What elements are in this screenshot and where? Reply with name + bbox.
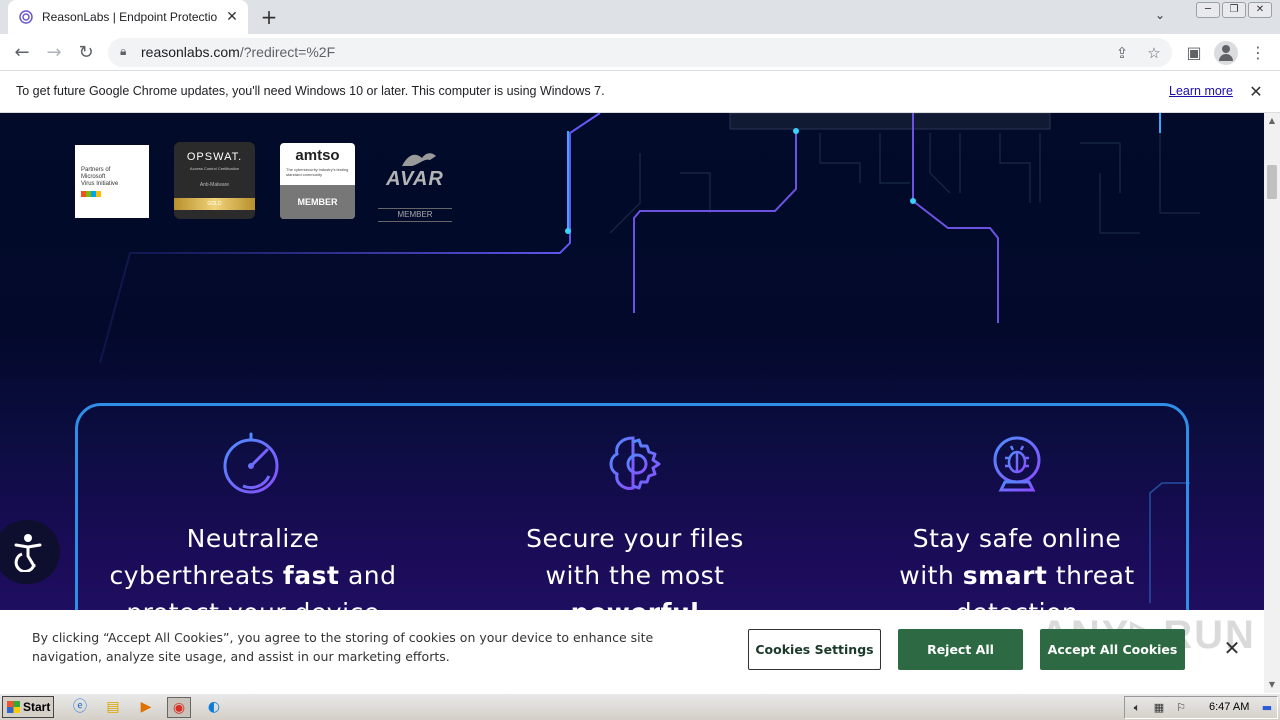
file-explorer-icon[interactable]: ▤: [101, 697, 125, 718]
amtso-tagline: The cybersecurity industry's testing sta…: [286, 167, 349, 177]
infobar-close-icon[interactable]: ✕: [1248, 82, 1264, 101]
opswat-gold-level: GOLD: [174, 198, 255, 210]
system-tray: 🔈︎ ▦ ⚐ 6:47 AM ▬: [1124, 696, 1278, 719]
accessibility-icon: [14, 534, 42, 572]
share-icon[interactable]: ⇪: [1112, 43, 1132, 63]
feature-stay-safe: Stay safe online with smart threat detec…: [852, 432, 1182, 631]
avar-logo: AVAR: [386, 168, 444, 190]
feature-3-line2-post: threat: [1047, 561, 1135, 590]
feature-3-line2-pre: with: [899, 561, 963, 590]
new-tab-button[interactable]: +: [258, 6, 280, 28]
close-window-button[interactable]: ✕: [1248, 2, 1272, 18]
reasonlabs-favicon-icon: [19, 10, 33, 24]
feature-1-line1: Neutralize: [186, 524, 320, 553]
brain-gear-icon: [609, 436, 661, 490]
feature-neutralize: Neutralize cyberthreats fast and protect…: [88, 432, 418, 631]
amtso-badge: amtso The cybersecurity industry's testi…: [280, 143, 355, 219]
infobar-message: To get future Google Chrome updates, you…: [16, 84, 605, 98]
avar-badge: AVAR MEMBER: [378, 148, 452, 222]
show-desktop-icon[interactable]: ▬: [1259, 700, 1275, 716]
clock[interactable]: 6:47 AM: [1209, 701, 1249, 713]
cookie-message: By clicking “Accept All Cookies”, you ag…: [32, 630, 654, 664]
feature-1-bold: fast: [282, 561, 340, 590]
bookmark-star-icon[interactable]: ☆: [1144, 43, 1164, 63]
media-player-icon[interactable]: ▶: [134, 697, 158, 718]
network-icon[interactable]: ▦: [1151, 700, 1167, 716]
start-label: Start: [23, 700, 51, 714]
url-text[interactable]: reasonlabs.com/?redirect=%2F: [141, 44, 335, 60]
feature-secure-files: Secure your files with the most powerful: [470, 432, 800, 631]
feature-2-line2: with the most: [545, 561, 725, 590]
tab-close-icon[interactable]: ✕: [224, 9, 240, 25]
scroll-down-arrow-icon[interactable]: ▼: [1264, 677, 1280, 693]
internet-explorer-icon[interactable]: ⓔ: [68, 697, 92, 718]
page-scrollbar[interactable]: ▲ ▼: [1264, 113, 1280, 693]
reload-icon[interactable]: ↻: [74, 41, 98, 65]
opswat-badge: OPSWAT. Access Control Certification Ant…: [174, 142, 255, 219]
action-center-flag-icon[interactable]: ⚐: [1173, 700, 1189, 716]
profile-avatar-icon[interactable]: [1214, 41, 1238, 65]
tab-search-chevron-icon[interactable]: ⌄: [1150, 8, 1170, 26]
edge-icon[interactable]: ◐: [202, 697, 226, 718]
side-panel-icon[interactable]: ▣: [1182, 41, 1206, 65]
url-path: /?redirect=%2F: [239, 44, 336, 60]
learn-more-link[interactable]: Learn more: [1169, 84, 1233, 98]
update-infobar: To get future Google Chrome updates, you…: [0, 71, 1280, 113]
forward-arrow-icon[interactable]: →: [42, 41, 66, 65]
bug-globe-icon: [993, 436, 1041, 492]
tab-title: ReasonLabs | Endpoint Protection &: [42, 10, 217, 24]
feature-1-line2-pre: cyberthreats: [109, 561, 283, 590]
feature-2-line1: Secure your files: [526, 524, 744, 553]
windows-taskbar: Start ⓔ ▤ ▶ ◉ ◐ 🔈︎ ▦ ⚐ 6:47 AM ▬: [0, 693, 1280, 720]
feature-3-line1: Stay safe online: [912, 524, 1122, 553]
microsoft-virus-initiative-badge: Partners of Microsoft Virus Initiative: [75, 145, 149, 218]
feature-1-line2-post: and: [339, 561, 397, 590]
opswat-category: Anti-Malware: [199, 182, 230, 188]
browser-toolbar: ← → ↻ 🔒︎ reasonlabs.com/?redirect=%2F ⇪ …: [0, 34, 1280, 71]
accept-all-cookies-button[interactable]: Accept All Cookies: [1040, 629, 1185, 670]
web-page: Partners of Microsoft Virus Initiative O…: [0, 113, 1264, 693]
tab-strip: ReasonLabs | Endpoint Protection & ✕ + ⌄…: [0, 0, 1280, 34]
feature-1-line2: cyberthreats fast and: [88, 557, 418, 594]
ms-badge-line1: Partners of: [81, 167, 111, 173]
cookie-close-icon[interactable]: ✕: [1222, 638, 1242, 658]
scroll-up-arrow-icon[interactable]: ▲: [1264, 113, 1280, 129]
amtso-member-label: MEMBER: [280, 185, 355, 219]
ms-badge-line3: Virus Initiative: [81, 181, 119, 187]
scroll-thumb[interactable]: [1267, 165, 1277, 199]
back-arrow-icon[interactable]: ←: [10, 41, 34, 65]
windows-flag-icon: [7, 701, 20, 713]
lock-icon[interactable]: 🔒︎: [120, 44, 134, 60]
window-controls: ─ ❐ ✕: [1196, 2, 1272, 18]
minimize-button[interactable]: ─: [1196, 2, 1220, 18]
ms-badge-line2: Microsoft: [81, 174, 106, 180]
cookies-settings-button[interactable]: Cookies Settings: [748, 629, 881, 670]
browser-tab[interactable]: ReasonLabs | Endpoint Protection & ✕: [8, 0, 248, 34]
restore-button[interactable]: ❐: [1222, 2, 1246, 18]
cookie-banner: ANY▷RUN By clicking “Accept All Cookies”…: [0, 610, 1264, 693]
feature-3-line2: with smart threat: [852, 557, 1182, 594]
volume-icon[interactable]: 🔈︎: [1129, 700, 1145, 716]
speed-gauge-icon: [223, 432, 279, 494]
reject-all-button[interactable]: Reject All: [898, 629, 1023, 670]
address-bar[interactable]: 🔒︎ reasonlabs.com/?redirect=%2F ⇪ ☆: [108, 38, 1172, 67]
avar-dragon-icon: [402, 153, 436, 166]
feature-3-bold: smart: [962, 561, 1048, 590]
amtso-title: amtso: [295, 147, 340, 164]
avar-member-label: MEMBER: [378, 208, 452, 222]
start-button[interactable]: Start: [2, 696, 54, 718]
chrome-taskbar-icon[interactable]: ◉: [167, 697, 191, 718]
opswat-subtitle: Access Control Certification: [189, 166, 240, 171]
opswat-title: OPSWAT.: [186, 151, 243, 163]
menu-kebab-icon[interactable]: ⋮: [1246, 41, 1270, 65]
microsoft-logo-icon: [81, 191, 101, 197]
url-host: reasonlabs.com: [141, 44, 240, 60]
